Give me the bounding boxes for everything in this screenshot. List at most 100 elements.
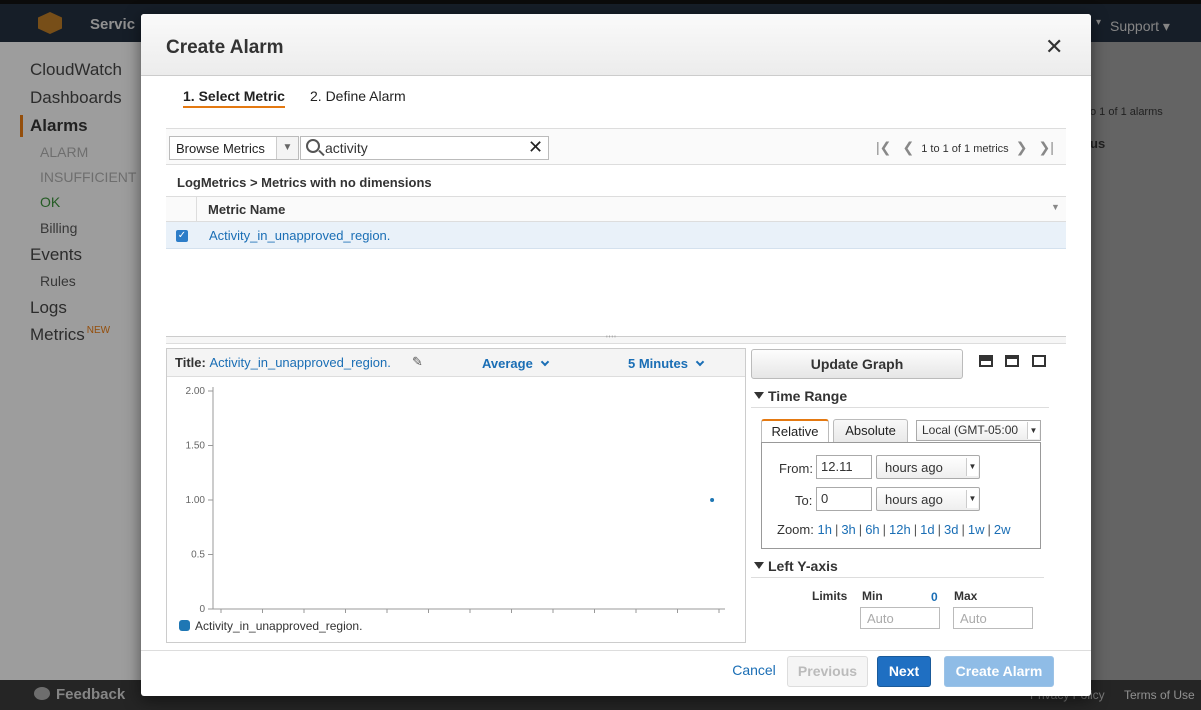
left-y-axis-heading[interactable]: Left Y-axis	[754, 558, 838, 574]
timezone-select[interactable]: Local (GMT-05:00 ▼	[916, 420, 1041, 441]
x-tick-label: 03:00	[208, 616, 233, 617]
zoom-options: Zoom: 1h | 3h | 6h | 12h | 1d | 3d | 1w | 2w	[777, 522, 1011, 537]
search-input[interactable]	[325, 139, 515, 157]
min-label: Min	[862, 589, 883, 603]
metric-name-header[interactable]: Metric Name	[208, 202, 285, 217]
zoom-3h[interactable]: 3h	[841, 522, 855, 537]
statistic-dropdown[interactable]: Average	[482, 356, 550, 371]
separator: |	[937, 522, 941, 537]
limits-label: Limits	[812, 589, 848, 603]
zoom-12h[interactable]: 12h	[889, 522, 911, 537]
metric-chart: 0 0.5 1.00 1.50 2.00 03:00 04:00 05:00 06:00 07:0…	[186, 386, 732, 617]
close-icon[interactable]: ✕	[1045, 36, 1063, 58]
metric-breadcrumb: LogMetrics > Metrics with no dimensions	[177, 175, 432, 190]
clear-search-icon[interactable]: ✕	[528, 137, 543, 158]
table-row[interactable]: ✓ Activity_in_unapproved_region.	[166, 222, 1066, 249]
pane-splitter[interactable]: ''''	[166, 334, 1066, 344]
divider	[751, 577, 1044, 578]
dialog-title: Create Alarm	[166, 37, 284, 58]
zoom-1h[interactable]: 1h	[817, 522, 831, 537]
x-tick-label: 07:00	[374, 616, 399, 617]
browse-metrics-select[interactable]: Browse Metrics ▼	[169, 136, 299, 160]
divider	[751, 407, 1049, 408]
separator: |	[882, 522, 887, 537]
tab-absolute[interactable]: Absolute	[833, 419, 908, 443]
zoom-1w[interactable]: 1w	[968, 522, 985, 537]
update-graph-button[interactable]: Update Graph	[751, 349, 963, 379]
next-button[interactable]: Next	[877, 656, 931, 687]
next-page-icon[interactable]: ❯	[1016, 139, 1028, 156]
to-unit-select[interactable]: hours ago ▼	[876, 487, 980, 511]
first-page-icon[interactable]: |❮	[876, 139, 891, 156]
browse-label: Browse Metrics	[176, 141, 265, 156]
layout-large-icon[interactable]	[979, 355, 993, 367]
zoom-3d[interactable]: 3d	[944, 522, 958, 537]
zoom-label: Zoom:	[777, 522, 814, 537]
graph-title: Title: Activity_in_unapproved_region.	[175, 355, 391, 370]
sort-icon[interactable]: ▼	[1051, 202, 1060, 212]
pager-text: 1 to 1 of 1 metrics	[921, 143, 1009, 155]
max-label: Max	[954, 589, 978, 603]
x-tick-label: 12:00	[582, 616, 607, 617]
period-dropdown[interactable]: 5 Minutes	[628, 356, 705, 371]
step-select-metric[interactable]: 1. Select Metric	[183, 88, 285, 108]
cancel-button[interactable]: Cancel	[729, 656, 779, 687]
chevron-down-icon	[695, 357, 705, 367]
x-tick-label: 14:00	[665, 616, 690, 617]
zoom-2w[interactable]: 2w	[994, 522, 1011, 537]
row-checkbox[interactable]: ✓	[176, 230, 188, 242]
last-page-icon[interactable]: ❯|	[1039, 139, 1054, 156]
separator: |	[913, 522, 918, 537]
y-tick-label: 2.00	[186, 386, 206, 397]
from-value-input[interactable]: 12.11	[816, 455, 872, 479]
x-tick-label: 15:00	[706, 616, 731, 617]
legend-swatch	[179, 620, 190, 631]
period-label: 5 Minutes	[628, 356, 688, 371]
min-zero-indicator: 0	[931, 590, 938, 604]
from-unit-select[interactable]: hours ago ▼	[876, 455, 980, 479]
to-label: To:	[795, 493, 813, 508]
tab-relative[interactable]: Relative	[761, 419, 829, 443]
zoom-1d[interactable]: 1d	[920, 522, 934, 537]
data-point	[710, 498, 715, 502]
x-tick-label: 11:00	[541, 616, 566, 617]
metric-name-link[interactable]: Activity_in_unapproved_region.	[209, 228, 390, 243]
legend-label: Activity_in_unapproved_region.	[195, 619, 363, 633]
from-unit-value: hours ago	[885, 460, 943, 475]
prev-page-icon[interactable]: ❮	[902, 139, 914, 156]
separator: |	[987, 522, 991, 537]
graph-title-value[interactable]: Activity_in_unapproved_region.	[209, 355, 390, 370]
create-alarm-dialog: Create Alarm ✕ 1. Select Metric 2. Defin…	[141, 14, 1091, 696]
previous-button[interactable]: Previous	[787, 656, 868, 687]
zoom-6h[interactable]: 6h	[865, 522, 879, 537]
statistic-label: Average	[482, 356, 533, 371]
column-divider	[196, 197, 197, 223]
graph-header: Title: Activity_in_unapproved_region. ✎ …	[167, 349, 745, 377]
caret-down-icon: ▼	[966, 490, 978, 508]
y-tick-label: 1.50	[186, 441, 206, 452]
time-range-heading[interactable]: Time Range	[754, 388, 847, 404]
y-min-input[interactable]: Auto	[860, 607, 940, 629]
metrics-pager: |❮ ❮ 1 to 1 of 1 metrics ❯ ❯|	[872, 139, 1058, 156]
to-value-input[interactable]: 0	[816, 487, 872, 511]
x-tick-label: 08:00	[416, 616, 441, 617]
y-max-input[interactable]: Auto	[953, 607, 1033, 629]
metric-toolbar: Browse Metrics ▼ ✕ |❮ ❮ 1 to 1 of 1 metr…	[166, 129, 1066, 165]
to-unit-value: hours ago	[885, 492, 943, 507]
pencil-icon[interactable]: ✎	[412, 354, 423, 370]
dialog-header: Create Alarm ✕	[141, 14, 1091, 76]
layout-small-icon[interactable]	[1032, 355, 1046, 367]
x-tick-label: 05:00	[291, 616, 316, 617]
graph-panel: Title: Activity_in_unapproved_region. ✎ …	[166, 348, 746, 643]
x-tick-label: 06:00	[333, 616, 358, 617]
y-tick-label: 0.5	[191, 550, 205, 561]
step-define-alarm[interactable]: 2. Define Alarm	[310, 88, 406, 104]
separator: |	[858, 522, 863, 537]
table-header: Metric Name ▼	[166, 196, 1066, 223]
x-tick-label: 09:00	[457, 616, 482, 617]
caret-down-icon: ▼	[1027, 422, 1039, 439]
metric-search: ✕	[300, 136, 549, 160]
caret-down-icon: ▼	[966, 458, 978, 476]
layout-medium-icon[interactable]	[1005, 355, 1019, 367]
create-alarm-button[interactable]: Create Alarm	[944, 656, 1054, 687]
